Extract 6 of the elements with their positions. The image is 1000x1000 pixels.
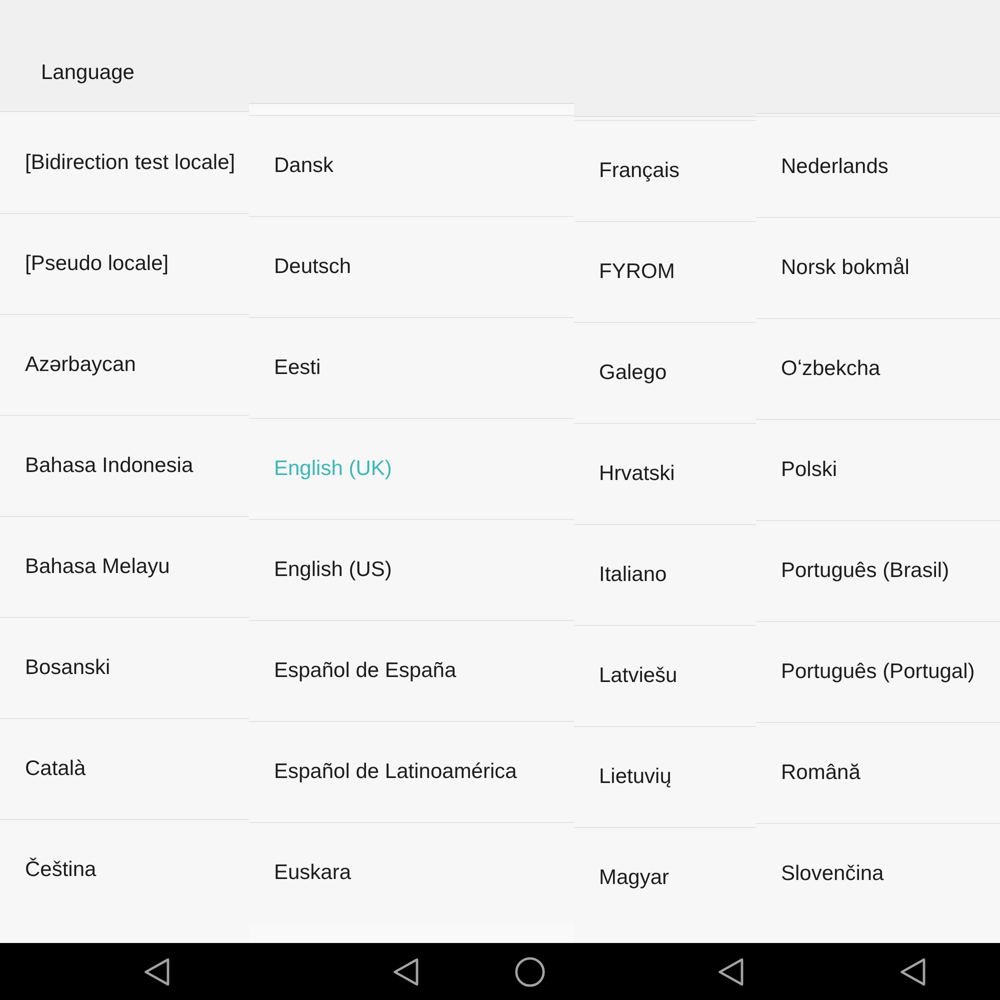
back-icon[interactable]: [718, 958, 744, 986]
back-icon[interactable]: [393, 958, 419, 986]
home-icon[interactable]: [515, 956, 545, 986]
screen-title: Language: [40, 60, 134, 86]
back-icon[interactable]: [900, 958, 926, 986]
back-icon[interactable]: [144, 958, 170, 986]
